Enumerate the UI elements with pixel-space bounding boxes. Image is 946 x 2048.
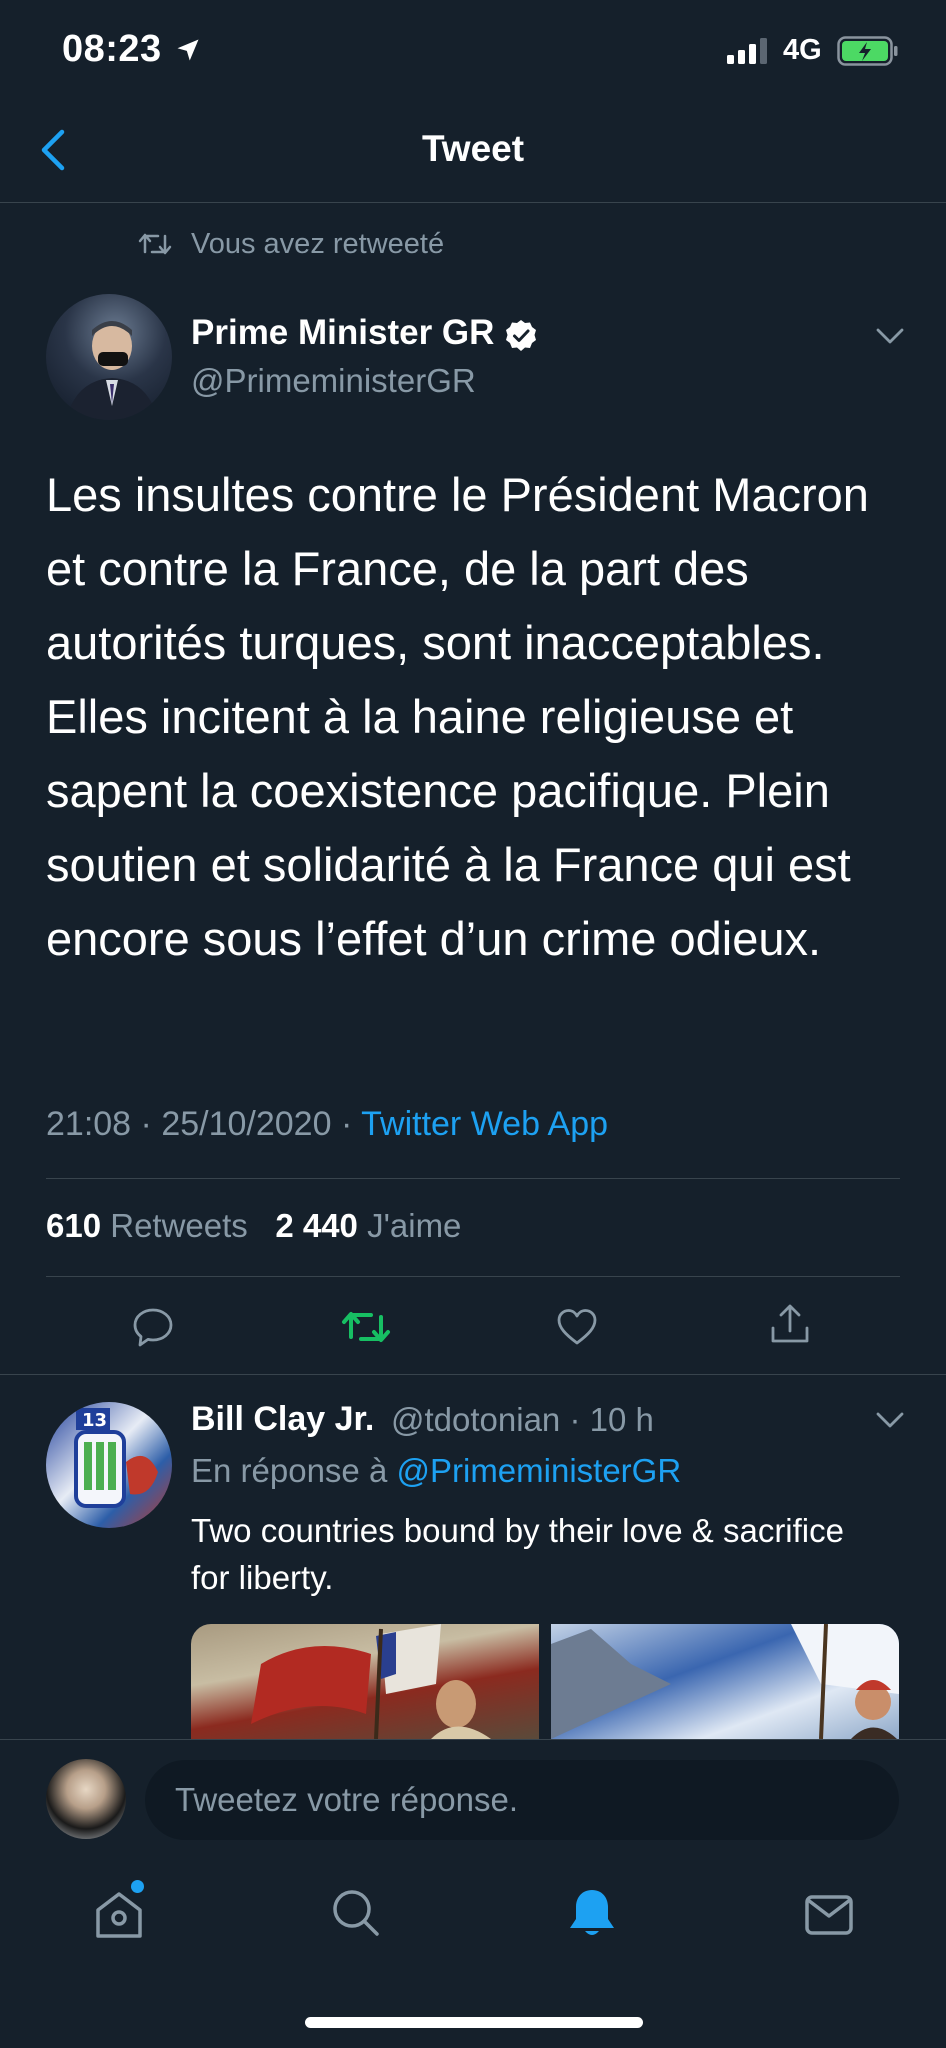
retweets-stat[interactable]: 610 Retweets: [46, 1207, 248, 1244]
in-reply-mention-link[interactable]: @PrimeministerGR: [396, 1452, 681, 1489]
tweet-timestamp: 21:08 · 25/10/2020 · Twitter Web App: [46, 1105, 608, 1144]
status-time: 08:23: [62, 28, 162, 70]
likes-count: 2 440: [275, 1207, 358, 1244]
liberty-painting-illustration: [251, 1624, 491, 1739]
meta-separator: ·: [140, 1105, 152, 1143]
author-name[interactable]: Prime Minister GR: [191, 313, 494, 353]
like-heart-icon[interactable]: [555, 1305, 599, 1349]
my-avatar[interactable]: [46, 1759, 126, 1839]
meta-divider: [46, 1178, 900, 1179]
reply-more-chevron-down-icon[interactable]: [875, 1410, 905, 1430]
reply-author-handle-line: @tdotonian · 10 h: [391, 1401, 654, 1439]
reply-media-image-2[interactable]: [551, 1624, 899, 1739]
author-avatar[interactable]: [46, 294, 172, 420]
likes-label: J'aime: [367, 1207, 462, 1244]
in-reply-to: En réponse à @PrimeministerGR: [191, 1452, 681, 1490]
reply-comment-icon[interactable]: [131, 1305, 175, 1349]
tweet-time: 21:08: [46, 1105, 132, 1143]
meta-separator: ·: [340, 1105, 353, 1143]
tab-notifications-bell-icon[interactable]: [565, 1886, 619, 1940]
tweet-stats: 610 Retweets 2 440 J'aime: [46, 1207, 461, 1245]
likes-stat[interactable]: 2 440 J'aime: [275, 1207, 461, 1244]
home-notification-dot: [131, 1880, 144, 1893]
network-label: 4G: [783, 34, 822, 66]
verified-badge-icon: [506, 320, 536, 351]
reply-avatar-number: 13: [82, 1410, 107, 1431]
in-reply-prefix: En réponse à: [191, 1452, 388, 1489]
retweets-label: Retweets: [110, 1207, 248, 1244]
reply-author-name[interactable]: Bill Clay Jr.: [191, 1400, 374, 1439]
battery-icon: [837, 36, 898, 66]
tab-search-icon[interactable]: [329, 1886, 383, 1940]
home-indicator[interactable]: [305, 2017, 643, 2028]
reply-input[interactable]: Tweetez votre réponse.: [145, 1760, 899, 1840]
reply-media-image-1[interactable]: [191, 1624, 539, 1739]
reply-avatar-illustration: 13: [74, 1408, 158, 1508]
author-avatar-illustration: [66, 321, 158, 420]
retweet-context-text: Vous avez retweeté: [191, 228, 445, 260]
reply-separator: ·: [569, 1401, 581, 1438]
actions-divider: [0, 1374, 946, 1375]
tweet-source-link[interactable]: Twitter Web App: [361, 1105, 608, 1143]
author-handle[interactable]: @PrimeministerGR: [191, 362, 476, 400]
header-divider: [0, 202, 946, 203]
reply-text: Two countries bound by their love & sacr…: [191, 1512, 844, 1596]
reply-time: 10 h: [589, 1401, 654, 1438]
signal-icon: [727, 38, 767, 64]
stats-divider: [46, 1276, 900, 1277]
tweet-more-chevron-down-icon[interactable]: [875, 326, 905, 346]
retweet-action-icon[interactable]: [341, 1305, 391, 1349]
tweet-date: 25/10/2020: [161, 1105, 332, 1143]
reply-author-handle[interactable]: @tdotonian: [391, 1401, 560, 1438]
reply-author-avatar[interactable]: 13: [46, 1402, 172, 1528]
retweets-count: 610: [46, 1207, 102, 1244]
tab-home-icon[interactable]: [92, 1888, 146, 1942]
retweet-icon: [138, 233, 172, 255]
tab-messages-mail-icon[interactable]: [802, 1888, 856, 1942]
page-title: Tweet: [421, 128, 525, 169]
greek-painting-illustration: [551, 1624, 899, 1739]
location-arrow-icon: [177, 39, 199, 61]
share-icon[interactable]: [768, 1302, 812, 1346]
tweet-text: Les insultes contre le Président Macron …: [46, 468, 869, 965]
